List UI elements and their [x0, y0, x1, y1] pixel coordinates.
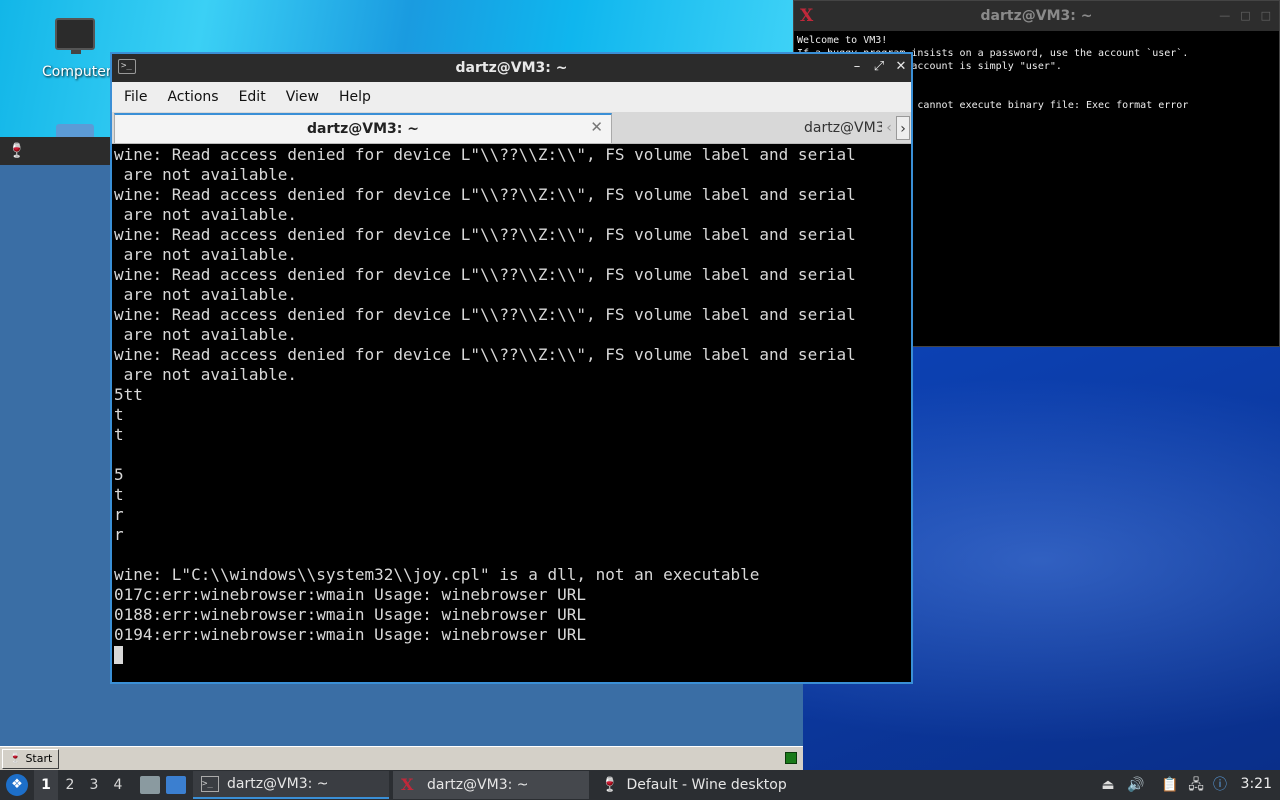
menu-edit[interactable]: Edit	[229, 82, 276, 112]
workspace-1[interactable]: 1	[34, 770, 58, 800]
task-xterm[interactable]: X dartz@VM3: ~	[393, 771, 589, 799]
maximize-icon[interactable]: □	[1240, 9, 1250, 22]
tab-inactive[interactable]: dartz@VM3: ~	[614, 115, 882, 143]
terminal-icon: >_	[201, 776, 219, 792]
terminal-line: r	[114, 505, 124, 524]
terminal-titlebar[interactable]: >_ dartz@VM3: ~ – ⤢ ✕	[112, 54, 911, 82]
chevron-left-icon[interactable]: ‹	[882, 116, 896, 140]
wine-start-label: Start	[25, 752, 53, 765]
task-wine-desktop[interactable]: 🍷 Default - Wine desktop	[593, 771, 793, 799]
text-cursor	[114, 646, 123, 664]
terminal-line: wine: Read access denied for device L"\\…	[114, 345, 856, 364]
notification-icon[interactable]: ⓘ	[1210, 776, 1230, 794]
x-icon: X	[401, 775, 414, 794]
task-label: Default - Wine desktop	[626, 777, 787, 793]
workspace-4[interactable]: 4	[106, 770, 130, 800]
minimize-icon[interactable]: —	[1219, 9, 1230, 22]
terminal-line: 0188:err:winebrowser:wmain Usage: winebr…	[114, 605, 587, 624]
taskbar-panel: ❖ 1 2 3 4 >_ dartz@VM3: ~ X dartz@VM3: ~…	[0, 770, 1280, 800]
desktop-icon-computer[interactable]: Computer	[42, 18, 112, 80]
terminal-line: 017c:err:winebrowser:wmain Usage: winebr…	[114, 585, 587, 604]
tab-label: dartz@VM3: ~	[307, 121, 419, 137]
workspace-3[interactable]: 3	[82, 770, 106, 800]
menubar: File Actions Edit View Help	[112, 82, 911, 112]
terminal-line: 0194:err:winebrowser:wmain Usage: winebr…	[114, 625, 587, 644]
close-button[interactable]: ✕	[892, 58, 910, 76]
terminal-line: 5	[114, 465, 124, 484]
task-terminal[interactable]: >_ dartz@VM3: ~	[193, 771, 389, 799]
menu-help[interactable]: Help	[329, 82, 381, 112]
terminal-line: wine: Read access denied for device L"\\…	[114, 265, 856, 284]
menu-file[interactable]: File	[114, 82, 157, 112]
terminal-output[interactable]: wine: Read access denied for device L"\\…	[112, 144, 911, 682]
terminal-line: wine: L"C:\\windows\\system32\\joy.cpl" …	[114, 565, 760, 584]
maximize-button[interactable]: ⤢	[870, 58, 888, 76]
wine-glass-icon: 🍷	[9, 753, 22, 764]
chevron-right-icon[interactable]: ›	[896, 116, 910, 140]
close-icon[interactable]: □	[1261, 9, 1271, 22]
tab-close-icon[interactable]: ✕	[590, 118, 603, 136]
menu-actions[interactable]: Actions	[157, 82, 228, 112]
volume-icon[interactable]: 🔊	[1126, 776, 1146, 794]
terminal-line: 5tt	[114, 385, 143, 404]
terminal-line: are not available.	[114, 285, 298, 304]
terminal-line: are not available.	[114, 205, 298, 224]
desktop-launcher-icon[interactable]	[166, 776, 186, 794]
tab-active[interactable]: dartz@VM3: ~ ✕	[114, 113, 612, 143]
system-tray: ⏏ 🔊 📋 🖧 ⓘ	[1098, 770, 1230, 800]
terminal-prompt-line	[114, 645, 909, 665]
file-manager-launcher-icon[interactable]	[140, 776, 160, 794]
wine-glass-icon: 🍷	[8, 143, 26, 159]
desktop-icon-label: Computer	[42, 64, 112, 80]
computer-icon	[55, 18, 95, 54]
terminal-title: dartz@VM3: ~	[455, 60, 568, 76]
terminal-line: are not available.	[114, 325, 298, 344]
xterm-window-controls[interactable]: — □ □	[1219, 9, 1271, 22]
minimize-button[interactable]: –	[848, 58, 866, 76]
terminal-line: t	[114, 405, 124, 424]
tab-label: dartz@VM3: ~	[804, 120, 882, 136]
terminal-line: wine: Read access denied for device L"\\…	[114, 225, 856, 244]
terminal-line: t	[114, 425, 124, 444]
clipboard-icon[interactable]: 📋	[1160, 776, 1180, 794]
terminal-line: wine: Read access denied for device L"\\…	[114, 305, 856, 324]
start-menu-button[interactable]: ❖	[6, 774, 28, 796]
menu-view[interactable]: View	[276, 82, 329, 112]
xterm-line: Welcome to VM3!	[797, 35, 888, 46]
tab-bar: dartz@VM3: ~ ✕ dartz@VM3: ~ ‹ ›	[112, 112, 911, 144]
wine-start-button[interactable]: 🍷 Start	[2, 749, 60, 769]
task-label: dartz@VM3: ~	[227, 776, 329, 792]
eject-icon[interactable]: ⏏	[1098, 776, 1118, 794]
network-icon[interactable]: 🖧	[1186, 776, 1206, 794]
terminal-window[interactable]: >_ dartz@VM3: ~ – ⤢ ✕ File Actions Edit …	[110, 52, 913, 684]
terminal-line: wine: Read access denied for device L"\\…	[114, 145, 856, 164]
terminal-line: are not available.	[114, 245, 298, 264]
xterm-title: dartz@VM3: ~	[980, 8, 1093, 24]
clock[interactable]: 3:21	[1241, 776, 1272, 792]
terminal-line: are not available.	[114, 165, 298, 184]
terminal-line: t	[114, 485, 124, 504]
terminal-line: are not available.	[114, 365, 298, 384]
task-label: dartz@VM3: ~	[427, 777, 529, 793]
xterm-titlebar[interactable]: X dartz@VM3: ~ — □ □	[794, 1, 1279, 31]
wine-glass-icon: 🍷	[601, 777, 619, 793]
terminal-line: r	[114, 525, 124, 544]
wine-taskbar: 🍷 Start	[0, 746, 803, 770]
folder-icon[interactable]	[56, 124, 94, 138]
workspace-2[interactable]: 2	[58, 770, 82, 800]
wine-tray-icon[interactable]	[785, 752, 797, 764]
terminal-line: wine: Read access denied for device L"\\…	[114, 185, 856, 204]
